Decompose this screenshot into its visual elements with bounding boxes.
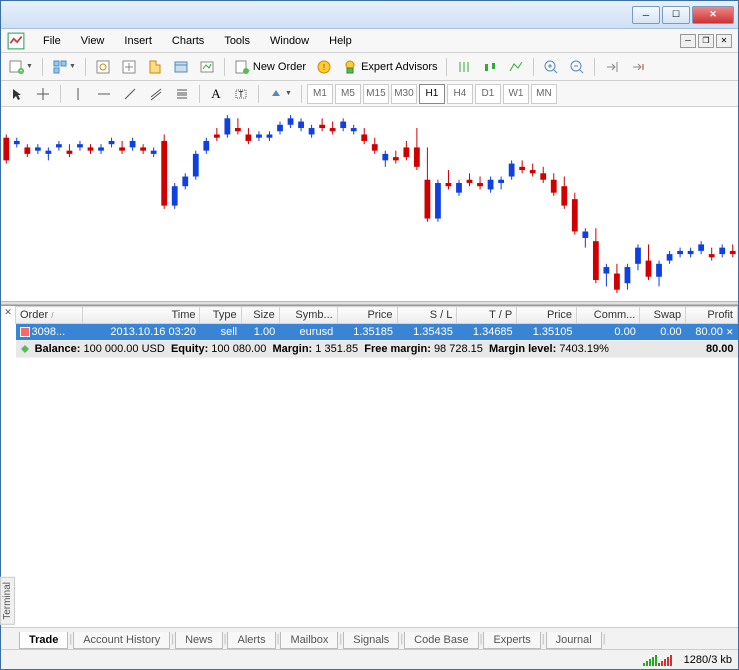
metaquotes-button[interactable]: !	[312, 56, 336, 78]
timeframe-mn[interactable]: MN	[531, 84, 557, 104]
trendline-button[interactable]	[118, 83, 142, 105]
connection-icon	[643, 654, 672, 666]
col-order[interactable]: Order /	[16, 307, 83, 324]
menubar: File View Insert Charts Tools Window Hel…	[1, 29, 738, 53]
expert-advisors-button[interactable]: Expert Advisors	[338, 56, 441, 78]
arrows-button[interactable]: ▼	[264, 83, 296, 105]
menu-view[interactable]: View	[71, 32, 115, 50]
tab-mailbox[interactable]: Mailbox	[280, 632, 338, 649]
text-button[interactable]: A	[205, 83, 227, 105]
mdi-minimize-button[interactable]: ─	[680, 34, 696, 48]
expert-advisors-label: Expert Advisors	[361, 61, 437, 73]
statusbar: 1280/3 kb	[1, 649, 738, 669]
summary-row: Balance: 100 000.00 USD Equity: 100 080.…	[16, 341, 738, 358]
timeframe-m15[interactable]: M15	[363, 84, 389, 104]
fibonacci-button[interactable]	[170, 83, 194, 105]
zoom-out-button[interactable]	[565, 56, 589, 78]
tab-signals[interactable]: Signals	[343, 632, 399, 649]
col-tp[interactable]: T / P	[457, 307, 517, 324]
tab-code-base[interactable]: Code Base	[404, 632, 478, 649]
svg-text:+: +	[19, 69, 23, 75]
terminal-tabs: Trade | Account History | News | Alerts …	[1, 627, 738, 649]
strategy-tester-button[interactable]	[195, 56, 219, 78]
cursor-button[interactable]	[5, 83, 29, 105]
col-symbol[interactable]: Symb...	[279, 307, 337, 324]
auto-scroll-button[interactable]	[600, 56, 624, 78]
timeframe-m5[interactable]: M5	[335, 84, 361, 104]
market-watch-button[interactable]	[91, 56, 115, 78]
titlebar: ─ ☐ ✕	[1, 1, 738, 29]
profiles-button[interactable]: ▼	[48, 56, 80, 78]
col-price[interactable]: Price	[337, 307, 397, 324]
toolbar-main: +▼ ▼ New Order ! Expert Advisors	[1, 53, 738, 81]
navigator-button[interactable]	[143, 56, 167, 78]
terminal-panel: ✕ Terminal Order / Time Type Size Symb..…	[1, 305, 738, 649]
col-comm[interactable]: Comm...	[577, 307, 640, 324]
menu-tools[interactable]: Tools	[214, 32, 260, 50]
toolbar-drawing: A T ▼ M1 M5 M15 M30 H1 H4 D1 W1 MN	[1, 81, 738, 107]
vertical-line-button[interactable]	[66, 83, 90, 105]
svg-text:!: !	[323, 63, 325, 72]
mdi-controls: ─ ❐ ✕	[678, 34, 732, 48]
terminal-button[interactable]	[169, 56, 193, 78]
timeframe-h1[interactable]: H1	[419, 84, 445, 104]
line-chart-button[interactable]	[504, 56, 528, 78]
col-size[interactable]: Size	[241, 307, 279, 324]
tab-experts[interactable]: Experts	[483, 632, 540, 649]
menu-help[interactable]: Help	[319, 32, 362, 50]
app-icon	[7, 32, 25, 50]
traffic-label: 1280/3 kb	[684, 654, 732, 666]
new-order-button[interactable]: New Order	[230, 56, 310, 78]
menu-insert[interactable]: Insert	[114, 32, 162, 50]
zoom-in-button[interactable]	[539, 56, 563, 78]
text-label-button[interactable]: T	[229, 83, 253, 105]
col-profit[interactable]: Profit	[686, 307, 738, 324]
timeframe-w1[interactable]: W1	[503, 84, 529, 104]
bar-chart-button[interactable]	[452, 56, 476, 78]
mdi-restore-button[interactable]: ❐	[698, 34, 714, 48]
crosshair-button[interactable]	[31, 83, 55, 105]
menu-window[interactable]: Window	[260, 32, 319, 50]
col-sl[interactable]: S / L	[397, 307, 457, 324]
tab-journal[interactable]: Journal	[546, 632, 602, 649]
candle-chart-button[interactable]	[478, 56, 502, 78]
terminal-close-button[interactable]: ✕	[2, 307, 14, 319]
new-chart-button[interactable]: +▼	[5, 56, 37, 78]
grid-header: Order / Time Type Size Symb... Price S /…	[16, 307, 738, 324]
timeframe-h4[interactable]: H4	[447, 84, 473, 104]
svg-text:T: T	[239, 90, 244, 99]
menu-file[interactable]: File	[33, 32, 71, 50]
menu-charts[interactable]: Charts	[162, 32, 214, 50]
horizontal-line-button[interactable]	[92, 83, 116, 105]
timeframe-m30[interactable]: M30	[391, 84, 417, 104]
tab-trade[interactable]: Trade	[19, 632, 68, 649]
chart-shift-button[interactable]	[626, 56, 650, 78]
summary-icon	[20, 344, 30, 354]
col-swap[interactable]: Swap	[640, 307, 686, 324]
window-minimize-button[interactable]: ─	[632, 6, 660, 24]
orders-grid: Order / Time Type Size Symb... Price S /…	[15, 306, 738, 627]
tab-news[interactable]: News	[175, 632, 223, 649]
window-maximize-button[interactable]: ☐	[662, 6, 690, 24]
app-window: ─ ☐ ✕ File View Insert Charts Tools Wind…	[0, 0, 739, 670]
tab-account-history[interactable]: Account History	[73, 632, 170, 649]
col-time[interactable]: Time	[83, 307, 200, 324]
mdi-close-button[interactable]: ✕	[716, 34, 732, 48]
order-row[interactable]: 3098... 2013.10.16 03:20 sell 1.00 eurus…	[16, 324, 738, 341]
col-price2[interactable]: Price	[517, 307, 577, 324]
new-order-label: New Order	[253, 61, 306, 73]
window-close-button[interactable]: ✕	[692, 6, 734, 24]
tab-alerts[interactable]: Alerts	[227, 632, 275, 649]
channel-button[interactable]	[144, 83, 168, 105]
data-window-button[interactable]	[117, 56, 141, 78]
timeframe-d1[interactable]: D1	[475, 84, 501, 104]
order-icon	[20, 327, 30, 337]
chart-area[interactable]	[1, 107, 738, 301]
col-type[interactable]: Type	[200, 307, 241, 324]
timeframe-m1[interactable]: M1	[307, 84, 333, 104]
terminal-label: Terminal	[0, 577, 15, 625]
